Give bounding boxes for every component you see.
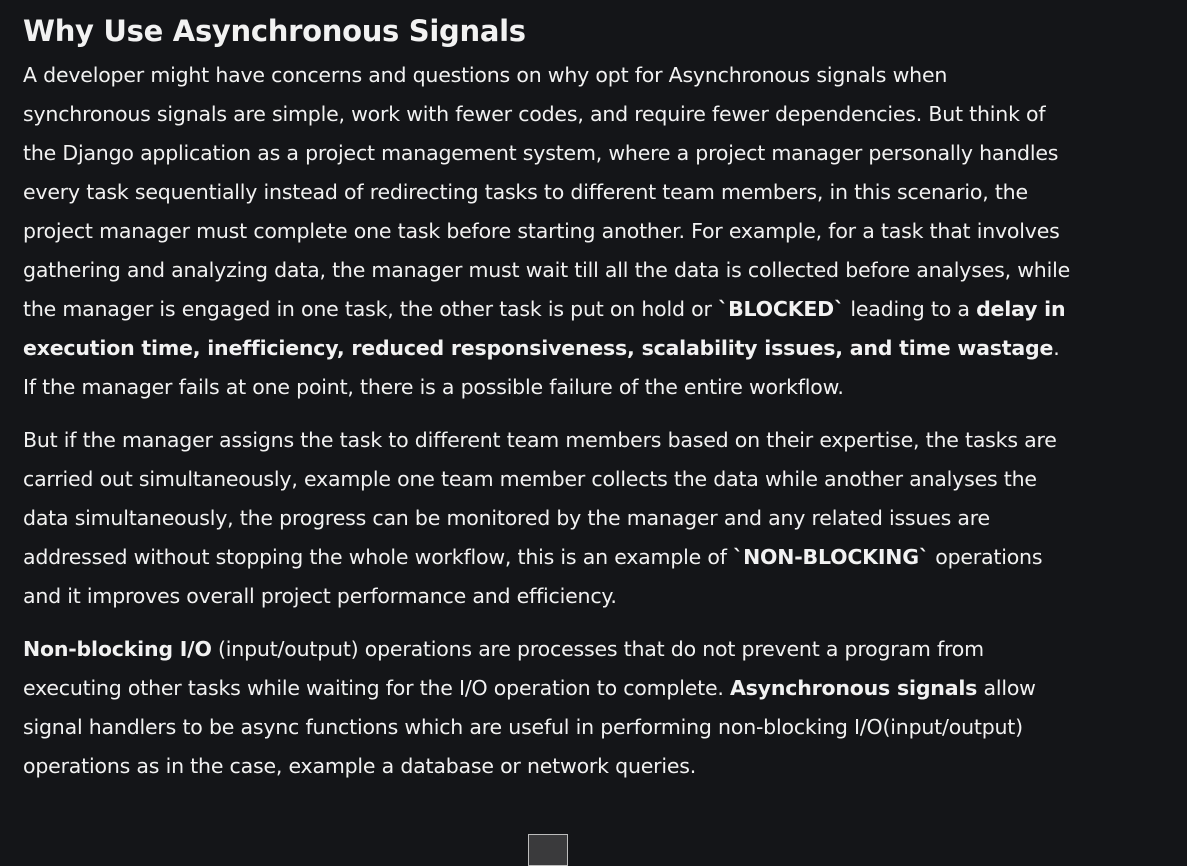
section-heading: Why Use Asynchronous Signals (23, 14, 526, 48)
text: A developer might have concerns and ques… (23, 63, 1070, 321)
paragraph-non-blocking: But if the manager assigns the task to d… (23, 421, 1073, 616)
bold-text: `NON-BLOCKING` (733, 545, 929, 569)
paragraph-async-signals: Non-blocking I/O (input/output) operatio… (23, 630, 1073, 786)
article-content: Why Use Asynchronous Signals A developer… (23, 10, 1073, 800)
bold-text: Asynchronous signals (730, 676, 978, 700)
image-placeholder (528, 834, 568, 866)
paragraph-blocking: A developer might have concerns and ques… (23, 56, 1073, 407)
bold-text: Non-blocking I/O (23, 637, 212, 661)
bold-text: `BLOCKED` (718, 297, 845, 321)
text: leading to a (844, 297, 977, 321)
